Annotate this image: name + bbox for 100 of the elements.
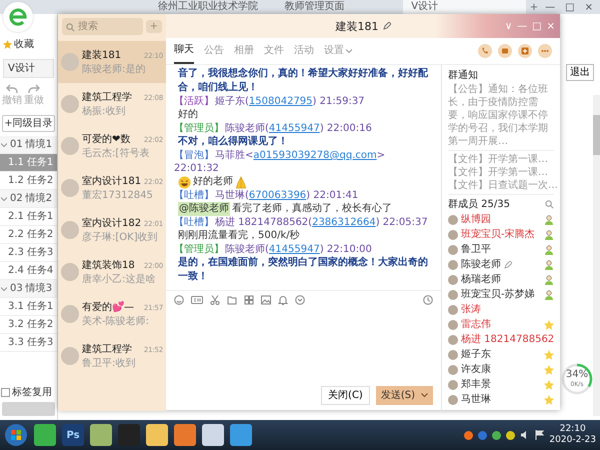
document-tab[interactable]: V设计 xyxy=(3,59,54,78)
member-item[interactable]: 纵博园 xyxy=(448,212,554,227)
admin-person-icon xyxy=(544,274,554,284)
laughing-face-icon xyxy=(178,176,191,188)
emoji-icon[interactable] xyxy=(174,295,184,305)
member-item[interactable]: 马世琳 xyxy=(448,392,554,407)
folder-icon[interactable] xyxy=(227,295,237,305)
member-item[interactable]: 郑丰景 xyxy=(448,377,554,392)
outline-row[interactable]: 03 情境3 xyxy=(0,280,57,298)
scrollbar[interactable] xyxy=(593,95,600,416)
browser-tab[interactable]: 教师管理页面 xyxy=(276,0,400,14)
image-icon[interactable] xyxy=(261,295,271,305)
outline-row[interactable]: 2.2 任务2 xyxy=(0,226,57,244)
outline-row[interactable]: 3.2 任务2 xyxy=(0,316,57,334)
window-control[interactable]: × xyxy=(582,0,596,14)
chevron-icon[interactable] xyxy=(1,286,7,292)
scissors-icon[interactable] xyxy=(210,295,220,305)
message-header: 【管理员】陈骏老师(41455947) 22:00:16 xyxy=(174,122,373,135)
search-icon[interactable] xyxy=(545,200,554,209)
checkbox[interactable] xyxy=(1,388,10,397)
conversation-name: 可爱的❤数 xyxy=(82,132,130,146)
new-tab-button[interactable]: + xyxy=(530,0,538,14)
add-app-icon[interactable] xyxy=(518,44,532,58)
search-field[interactable]: 搜索 xyxy=(62,18,143,35)
window-control[interactable]: — xyxy=(542,0,558,14)
taskbar-app[interactable]: Ps xyxy=(62,424,84,446)
outline-row[interactable]: 3.3 任务3 xyxy=(0,334,57,352)
avatar xyxy=(61,179,79,197)
message-header: 【吐槽】杨进 18214788562(2386312664) 22:05:37 xyxy=(174,216,429,229)
chat-tab[interactable]: 聊天 xyxy=(174,38,194,64)
member-item[interactable]: 许友康 xyxy=(448,362,554,377)
member-item[interactable]: 杨瑞老师 xyxy=(448,272,554,287)
outline-row[interactable]: 3.1 任务1 xyxy=(0,298,57,316)
member-item[interactable]: 陈骏老师 xyxy=(448,257,554,272)
pencil-icon[interactable] xyxy=(382,22,390,30)
members-title: 群成员 25/35 xyxy=(448,198,510,211)
contact-link[interactable]: 670063396 xyxy=(248,190,306,201)
outline-label: 任务4 xyxy=(26,264,54,277)
outline-label: 任务3 xyxy=(26,246,54,259)
gif-icon[interactable] xyxy=(191,295,203,305)
bookmarks-label[interactable]: 收藏 xyxy=(14,38,34,51)
window-title: 建装181 xyxy=(336,20,378,32)
contact-link[interactable]: 2386312664 xyxy=(312,217,376,228)
pencil-icon[interactable] xyxy=(504,260,512,268)
outline-row[interactable]: 2.1 任务1 xyxy=(0,208,57,226)
contact-link[interactable]: 41455947 xyxy=(268,244,320,255)
send-button[interactable]: 发送(S) xyxy=(376,386,433,405)
member-item[interactable]: 班宠宝贝-宋腾杰 xyxy=(448,227,554,242)
caret-icon[interactable] xyxy=(346,49,352,53)
contact-link[interactable]: a01593039278@qq.com xyxy=(253,150,377,161)
member-name: 郑丰景 xyxy=(461,378,491,391)
member-item[interactable]: 雷志伟 xyxy=(448,317,554,332)
member-name: 许友康 xyxy=(461,363,491,376)
outline-label: 任务1 xyxy=(26,156,54,169)
member-item[interactable]: 张涛 xyxy=(448,302,554,317)
member-item[interactable]: 班宠宝贝-苏梦娣 xyxy=(448,287,554,302)
chevron-icon[interactable] xyxy=(1,142,7,148)
undo-icon[interactable] xyxy=(6,84,18,94)
avatar xyxy=(61,305,79,323)
history-icon[interactable] xyxy=(423,295,433,305)
member-item[interactable]: 杨进 18214788562 xyxy=(448,332,554,347)
close-button[interactable]: 关闭(C) xyxy=(321,386,370,405)
grid-icon[interactable] xyxy=(244,295,254,305)
contact-link[interactable]: 41455947 xyxy=(268,123,320,134)
clock[interactable]: 22:10 2020-2-23 xyxy=(549,424,596,446)
browser-tab[interactable]: 徐州工业职业技术学院 xyxy=(150,0,273,14)
video-icon[interactable] xyxy=(498,44,512,58)
outline-number: 2.3 xyxy=(8,246,24,259)
window-control[interactable]: □ xyxy=(562,0,578,14)
browser-tab[interactable]: V设计 xyxy=(403,0,526,14)
outline-number: 1.2 xyxy=(8,174,24,187)
redo-icon[interactable] xyxy=(28,84,40,94)
conversation-preview: 唐幸小乙:这是啥 xyxy=(82,272,156,286)
member-name: 杨进 18214788562 xyxy=(461,333,554,346)
member-name: 陈骏老师 xyxy=(461,258,501,271)
flag-icon[interactable] xyxy=(535,430,544,440)
outline-row[interactable]: 01 情境1 xyxy=(0,136,57,154)
phone-icon[interactable] xyxy=(478,44,492,58)
caret-icon[interactable] xyxy=(421,393,428,398)
outline-label: 情境2 xyxy=(26,192,52,205)
contact-link[interactable]: 1508042795 xyxy=(248,96,313,107)
exit-button[interactable]: 退出 xyxy=(566,64,594,81)
outline-label: 任务2 xyxy=(26,228,54,241)
outline-row[interactable]: 2.3 任务3 xyxy=(0,244,57,262)
star-icon xyxy=(544,364,554,374)
mention-tag[interactable]: @陈骏老师 xyxy=(178,202,230,216)
more-icon[interactable] xyxy=(295,295,305,305)
start-button[interactable] xyxy=(4,423,28,447)
star-icon xyxy=(544,350,554,360)
add-sibling-button[interactable]: +同级目录 xyxy=(2,115,55,132)
avatar xyxy=(61,221,79,239)
message-text: 音了，我很想念你们，真的！希望大家好好准备，好好配合，咱们线上见！ xyxy=(177,67,429,95)
member-item[interactable]: 鲁卫平 xyxy=(448,242,554,257)
more-icon[interactable] xyxy=(538,44,552,58)
conversation-preview: 杨振:收到 xyxy=(82,104,126,118)
chevron-icon[interactable] xyxy=(1,196,7,202)
member-item[interactable]: 姬子东 xyxy=(448,347,554,362)
conversation-preview: 彦子琳:[OK]收到 xyxy=(82,230,159,244)
outline-row[interactable]: 02 情境2 xyxy=(0,190,57,208)
bell-icon[interactable] xyxy=(278,295,288,305)
